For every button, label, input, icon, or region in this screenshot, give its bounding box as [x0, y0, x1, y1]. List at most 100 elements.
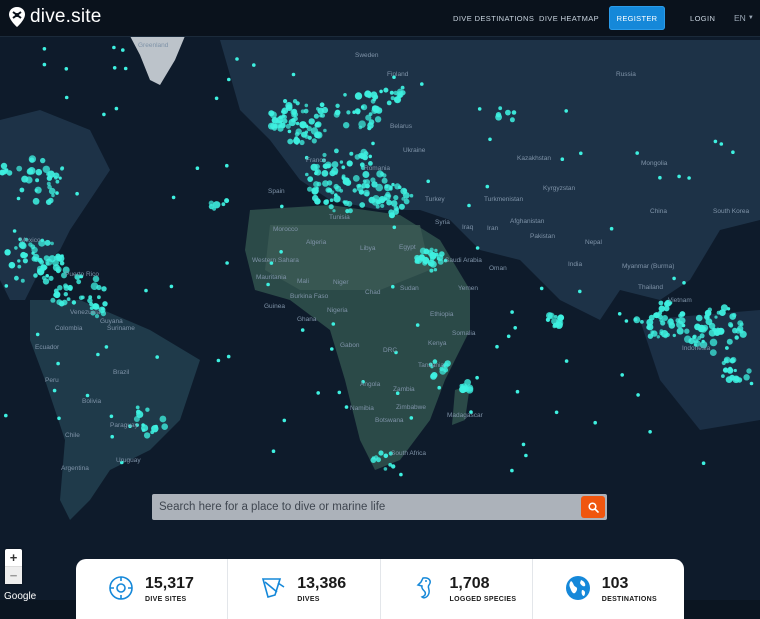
- dive-hotspot: [12, 229, 17, 233]
- dive-hotspot: [295, 101, 300, 106]
- dive-hotspot: [334, 148, 339, 154]
- dive-hotspot: [22, 252, 28, 259]
- dive-hotspot: [678, 313, 683, 318]
- country-label: Indonesia: [682, 345, 711, 352]
- dive-hotspot: [556, 316, 563, 324]
- dive-hotspot: [370, 457, 377, 463]
- stat-value: 15,317: [145, 575, 194, 592]
- country-label: South Africa: [391, 450, 426, 457]
- dive-hotspot: [485, 184, 490, 189]
- stats-panel: 15,317 DIVE SITES 13,386 DIVES 1,708 LOG…: [76, 559, 684, 619]
- dive-hotspot: [734, 335, 739, 340]
- country-label: Kenya: [428, 340, 447, 347]
- language-selector[interactable]: EN ▼: [734, 0, 754, 36]
- country-label: Pakistan: [530, 233, 555, 240]
- dive-hotspot: [672, 333, 676, 338]
- register-button[interactable]: REGISTER: [609, 6, 665, 30]
- search-input[interactable]: [152, 494, 607, 520]
- dive-hotspot: [48, 255, 56, 263]
- dive-hotspot: [169, 284, 174, 289]
- dive-hotspot: [419, 247, 427, 255]
- dive-hotspot: [76, 279, 82, 285]
- dive-hotspot: [60, 254, 64, 258]
- country-label: Botswana: [375, 417, 404, 424]
- dive-hotspot: [370, 98, 376, 104]
- dive-hotspot: [510, 468, 514, 473]
- dive-hotspot: [311, 138, 317, 144]
- zoom-out-button[interactable]: −: [5, 566, 22, 584]
- dive-hotspot: [701, 461, 706, 466]
- zoom-in-button[interactable]: +: [5, 549, 22, 566]
- dive-hotspot: [325, 187, 332, 193]
- dive-hotspot: [660, 330, 669, 338]
- dive-hotspot: [409, 193, 414, 198]
- dive-hotspot: [368, 112, 373, 116]
- dive-hotspot: [17, 264, 22, 269]
- dive-hotspot: [56, 361, 60, 366]
- dive-hotspot: [342, 176, 346, 181]
- dive-hotspot: [314, 132, 320, 139]
- logo[interactable]: dive.site: [8, 6, 102, 28]
- login-link[interactable]: LOGIN: [690, 0, 715, 36]
- stat-logged-species: 1,708 LOGGED SPECIES: [381, 559, 533, 619]
- dive-hotspot: [96, 352, 100, 357]
- dive-hotspot: [719, 142, 724, 146]
- logo-text: dive.site: [30, 6, 102, 27]
- caret-down-icon: ▼: [747, 15, 754, 21]
- country-label: Finland: [387, 71, 409, 78]
- country-label: Bolivia: [82, 398, 102, 405]
- dive-hotspot: [725, 346, 729, 350]
- dive-hotspot: [375, 183, 384, 192]
- dive-hotspot: [383, 87, 389, 93]
- dive-hotspot: [304, 130, 309, 134]
- country-label: Burkina Faso: [290, 293, 329, 300]
- dive-hotspot: [50, 297, 56, 303]
- dive-hotspot: [71, 300, 77, 305]
- dive-hotspot: [97, 295, 101, 300]
- dive-hotspot: [362, 171, 370, 178]
- dive-hotspot: [109, 414, 114, 419]
- dive-hotspot: [135, 405, 140, 410]
- dive-hotspot: [48, 275, 54, 281]
- nav-dive-destinations[interactable]: DIVE DESTINATIONS: [453, 0, 534, 36]
- dive-hotspot: [112, 45, 116, 50]
- nav-dive-heatmap[interactable]: DIVE HEATMAP: [539, 0, 599, 36]
- country-label: Myanmar (Burma): [622, 263, 674, 270]
- dive-hotspot: [330, 347, 334, 351]
- dive-hotspot: [475, 246, 480, 250]
- dive-hotspot: [60, 166, 64, 171]
- search-button[interactable]: [581, 496, 605, 518]
- dive-hotspot: [35, 168, 43, 176]
- dive-hotspot: [498, 106, 503, 111]
- dive-hotspot: [509, 117, 515, 123]
- dive-hotspot: [647, 333, 654, 339]
- stat-value: 103: [601, 575, 629, 592]
- dive-hotspot: [291, 72, 296, 77]
- dive-hotspot: [63, 292, 68, 297]
- dive-hotspot: [314, 171, 318, 176]
- dive-hotspot: [136, 410, 144, 418]
- dive-hotspot: [35, 332, 40, 337]
- dive-hotspot: [121, 48, 125, 52]
- dive-hotspot: [346, 200, 353, 207]
- dive-hotspot: [713, 139, 718, 144]
- country-label: Venezuela: [70, 309, 101, 316]
- country-label: Chad: [365, 289, 381, 296]
- dive-hotspot: [709, 349, 717, 356]
- dive-hotspot: [67, 284, 73, 291]
- dive-hotspot: [8, 261, 16, 269]
- dive-hotspot: [329, 198, 334, 202]
- dive-hotspot: [323, 199, 329, 205]
- country-label: Thailand: [638, 284, 663, 291]
- country-label: Guinea: [264, 303, 285, 310]
- country-label: Nepal: [585, 239, 603, 246]
- dive-hotspot: [389, 212, 395, 219]
- dive-hotspot: [392, 225, 397, 230]
- dive-hotspot: [17, 259, 21, 263]
- dive-hotspot: [363, 189, 370, 197]
- dive-hotspot: [383, 453, 389, 459]
- dive-hotspot: [677, 174, 681, 179]
- dive-hotspot: [339, 160, 344, 164]
- dive-hotspot: [314, 122, 320, 128]
- dive-hotspot: [58, 176, 62, 180]
